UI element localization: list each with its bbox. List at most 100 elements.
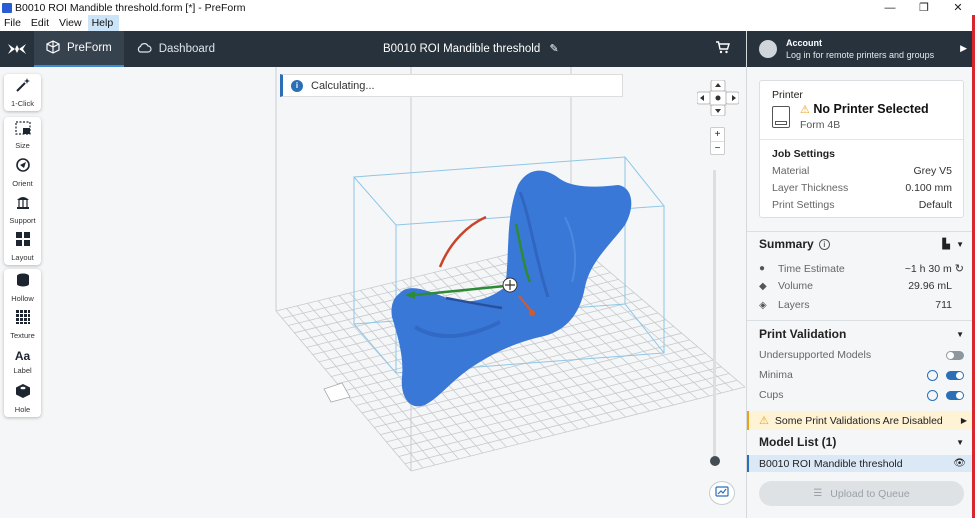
toolbar-group-prepare: Size Orient Support Layout [4,117,41,265]
validation-cups: Cups [759,389,964,401]
menu-help[interactable]: Help [87,15,120,31]
summary-volume: ◆ Volume 29.96 mL [759,280,952,292]
snapshot-button[interactable] [709,481,735,505]
hollow-icon [15,272,31,291]
divider [760,139,963,140]
label-icon: Aa [14,348,31,363]
job-setting-layer-thickness: Layer Thickness 0.100 mm [772,182,952,194]
printer-section-label: Printer [772,89,803,101]
validation-undersupported: Undersupported Models [759,349,964,361]
status-text: Calculating... [311,79,375,92]
tool-label[interactable]: Aa Label [4,343,41,380]
screenshot-icon [715,485,729,501]
divider [747,320,975,321]
tool-texture[interactable]: Texture [4,306,41,343]
queue-icon: ☰ [813,488,823,499]
tool-hollow[interactable]: Hollow [4,269,41,306]
document-title[interactable]: B0010 ROI Mandible threshold ✎ [383,31,559,67]
validation-warning-bar[interactable]: ⚠ Some Print Validations Are Disabled ▶ [747,411,975,430]
summary-time-estimate: ● Time Estimate ~1 h 30 m ↻ [759,262,964,276]
summary-header[interactable]: Summary i ▙ ▼ [759,237,964,251]
tab-preform[interactable]: PreForm [34,31,124,67]
layer-slider-handle[interactable] [710,456,720,466]
3d-viewport[interactable] [0,67,746,518]
validation-minima: Minima [759,369,964,381]
tool-size[interactable]: Size [4,117,41,154]
hole-icon [15,383,31,402]
zoom-in-button[interactable]: + [711,128,724,141]
texture-icon [15,309,31,328]
refresh-icon[interactable]: ↻ [955,262,964,275]
menu-view[interactable]: View [55,15,88,31]
orient-icon [15,157,31,176]
volume-icon: ◆ [759,280,767,292]
divider [747,231,975,232]
layer-slider-track[interactable] [713,170,716,460]
info-icon: i [291,79,303,92]
undersupported-toggle[interactable] [946,350,964,360]
tool-orient[interactable]: Orient [4,154,41,191]
printer-icon [772,106,790,128]
cups-toggle[interactable] [946,390,964,400]
print-validation-header[interactable]: Print Validation ▼ [759,327,964,341]
account-subtitle: Log in for remote printers and groups [786,50,935,60]
tab-preform-label: PreForm [67,42,112,54]
layers-icon: ◈ [759,299,767,311]
tool-layout[interactable]: Layout [4,228,41,265]
tab-dashboard[interactable]: Dashboard [124,31,227,67]
app-icon [2,2,12,13]
window-title: B0010 ROI Mandible threshold.form [*] - … [15,1,246,14]
magic-wand-icon [15,77,31,96]
avatar-icon [759,40,777,58]
tool-support[interactable]: Support [4,191,41,228]
job-settings-title: Job Settings [772,148,836,160]
right-panel: Account Log in for remote printers and g… [746,31,975,518]
chevron-down-icon[interactable]: ▼ [956,330,964,339]
clock-icon: ● [759,263,766,274]
chevron-right-icon: ▶ [960,43,967,53]
toolbar-group-modify: Hollow Texture Aa Label Hole [4,269,41,417]
warning-icon: ⚠ [759,415,769,427]
warning-icon: ⚠ [800,104,810,116]
upload-to-queue-button[interactable]: ☰ Upload to Queue [759,481,964,506]
menu-file[interactable]: File [0,15,27,31]
resize-icon [14,121,31,138]
menu-bar: File Edit View Help [0,15,975,31]
maximize-button[interactable]: ❐ [907,0,941,15]
job-setting-material: Material Grey V5 [772,165,952,177]
account-button[interactable]: Account Log in for remote printers and g… [747,31,975,67]
printer-model: Form 4B [800,119,841,131]
model-list-header[interactable]: Model List (1) ▼ [759,435,964,449]
chevron-down-icon[interactable]: ▼ [956,240,964,249]
summary-layers: ◈ Layers 711 [759,299,952,311]
window-controls: — ❐ ✕ [873,0,975,15]
chevron-down-icon[interactable]: ▼ [956,438,964,447]
pencil-icon[interactable]: ✎ [549,43,558,55]
window-titlebar: B0010 ROI Mandible threshold.form [*] - … [0,0,975,15]
model-list-item[interactable]: B0010 ROI Mandible threshold 👁 [747,455,975,472]
zoom-controls: + − [710,127,725,155]
chevron-right-icon: ▶ [960,416,967,425]
formlabs-logo-icon[interactable] [0,31,34,67]
menu-edit[interactable]: Edit [27,15,55,31]
job-setting-print-settings: Print Settings Default [772,199,952,211]
scene-render [275,67,746,472]
tool-1-click[interactable]: 1-Click [4,74,41,111]
toolbar-group-auto: 1-Click [4,74,41,111]
layout-icon [15,231,31,250]
minima-toggle[interactable] [946,370,964,380]
tab-dashboard-label: Dashboard [158,43,215,55]
preform-icon [46,39,60,57]
app-header: PreForm Dashboard B0010 ROI Mandible thr… [0,31,746,67]
close-button[interactable]: ✕ [941,0,975,15]
printer-name: ⚠ No Printer Selected [800,102,929,116]
zoom-out-button[interactable]: − [711,141,724,154]
tool-hole[interactable]: Hole [4,380,41,417]
chart-icon[interactable]: ▙ [942,239,950,250]
info-outline-icon[interactable]: i [818,238,830,250]
printer-card[interactable]: Printer ⚠ No Printer Selected Form 4B Jo… [759,80,964,218]
view-navigation-cube[interactable] [696,79,740,117]
cart-icon[interactable] [716,41,730,57]
eye-icon[interactable]: 👁 [953,458,966,469]
minimize-button[interactable]: — [873,0,907,15]
